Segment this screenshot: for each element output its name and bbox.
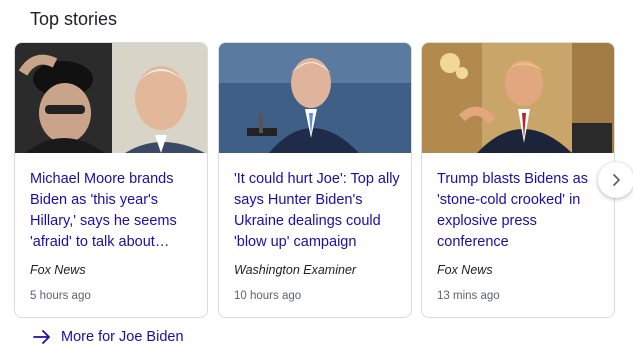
story-card-3[interactable]: Trump blasts Bidens as 'stone-cold crook… <box>421 42 615 318</box>
arrow-right-icon <box>33 330 50 344</box>
chevron-right-icon <box>613 174 620 186</box>
story-card-1[interactable]: Michael Moore brands Biden as 'this year… <box>14 42 208 318</box>
story-source-3: Fox News <box>437 263 493 277</box>
story-headline-2[interactable]: 'It could hurt Joe': Top ally says Hunte… <box>234 169 403 253</box>
story-source-1: Fox News <box>30 263 86 277</box>
more-stories-link[interactable]: More for Joe Biden <box>33 329 184 345</box>
story-headline-1[interactable]: Michael Moore brands Biden as 'this year… <box>30 169 199 253</box>
story-time-2: 10 hours ago <box>234 290 302 302</box>
story-card-2[interactable]: 'It could hurt Joe': Top ally says Hunte… <box>218 42 412 318</box>
story-thumbnail-1[interactable] <box>15 43 207 153</box>
story-time-1: 5 hours ago <box>30 290 91 302</box>
story-source-2: Washington Examiner <box>234 263 357 277</box>
section-title: Top stories <box>30 9 118 29</box>
more-stories-label[interactable]: More for Joe Biden <box>61 329 184 345</box>
carousel-next-button[interactable] <box>598 162 633 198</box>
story-thumbnail-2[interactable] <box>219 43 411 153</box>
story-thumbnail-3[interactable] <box>422 43 614 153</box>
story-headline-3[interactable]: Trump blasts Bidens as 'stone-cold crook… <box>437 169 606 253</box>
story-time-3: 13 mins ago <box>437 290 500 302</box>
